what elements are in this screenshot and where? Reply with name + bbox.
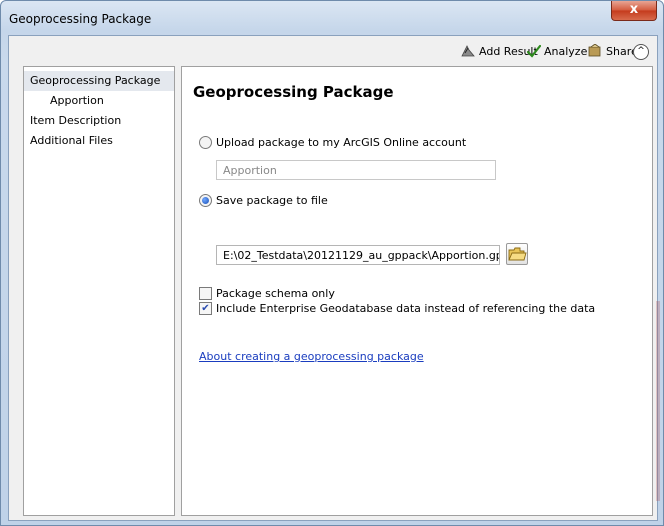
sidebar-item-geoprocessing-package[interactable]: Geoprocessing Package bbox=[24, 71, 174, 91]
main-panel: Geoprocessing Package Upload package to … bbox=[181, 66, 653, 516]
include-enterprise-data-checkbox[interactable]: ✔ bbox=[199, 302, 212, 315]
share-icon bbox=[588, 44, 601, 57]
checkmark-icon bbox=[527, 44, 541, 58]
package-schema-only-option[interactable]: Package schema only bbox=[199, 287, 335, 300]
title-bar[interactable]: Geoprocessing Package x bbox=[1, 1, 663, 35]
window-client-area: Add Result Analyze Share ^ Geoprocessing… bbox=[8, 35, 658, 521]
include-enterprise-data-label: Include Enterprise Geodatabase data inst… bbox=[216, 302, 596, 315]
analyze-label: Analyze bbox=[544, 44, 588, 58]
sidebar-nav: Geoprocessing Package Apportion Item Des… bbox=[23, 66, 175, 516]
sidebar-item-item-description[interactable]: Item Description bbox=[24, 111, 174, 131]
window-title: Geoprocessing Package bbox=[9, 12, 152, 26]
page-title: Geoprocessing Package bbox=[193, 83, 394, 101]
analyze-button[interactable]: Analyze bbox=[527, 44, 587, 58]
sidebar-item-additional-files[interactable]: Additional Files bbox=[24, 131, 174, 151]
upload-package-option[interactable]: Upload package to my ArcGIS Online accou… bbox=[199, 136, 466, 149]
save-package-option[interactable]: Save package to file bbox=[199, 194, 328, 207]
sidebar-item-apportion[interactable]: Apportion bbox=[24, 91, 174, 111]
folder-open-icon bbox=[508, 247, 527, 261]
upload-package-radio[interactable] bbox=[199, 136, 212, 149]
include-enterprise-data-option[interactable]: ✔ Include Enterprise Geodatabase data in… bbox=[199, 302, 595, 315]
save-package-radio[interactable] bbox=[199, 194, 212, 207]
browse-button[interactable] bbox=[506, 243, 528, 265]
add-result-icon bbox=[461, 45, 475, 57]
save-package-label: Save package to file bbox=[216, 194, 328, 207]
about-creating-package-link[interactable]: About creating a geoprocessing package bbox=[199, 350, 424, 363]
toolbar: Add Result Analyze Share ^ bbox=[9, 36, 657, 66]
package-schema-only-label: Package schema only bbox=[216, 287, 335, 300]
collapse-toolbar-button[interactable]: ^ bbox=[633, 44, 649, 60]
close-button[interactable]: x bbox=[611, 1, 657, 21]
upload-package-label: Upload package to my ArcGIS Online accou… bbox=[216, 136, 467, 149]
share-button[interactable]: Share bbox=[587, 44, 638, 58]
package-file-path-input[interactable]: E:\02_Testdata\20121129_au_gppack\Apport… bbox=[216, 245, 500, 265]
window-edge-shadow bbox=[656, 301, 660, 501]
online-package-name-input[interactable]: Apportion bbox=[216, 160, 496, 180]
geoprocessing-package-window: Geoprocessing Package x Add Result Analy… bbox=[0, 0, 664, 526]
package-schema-only-checkbox[interactable] bbox=[199, 287, 212, 300]
